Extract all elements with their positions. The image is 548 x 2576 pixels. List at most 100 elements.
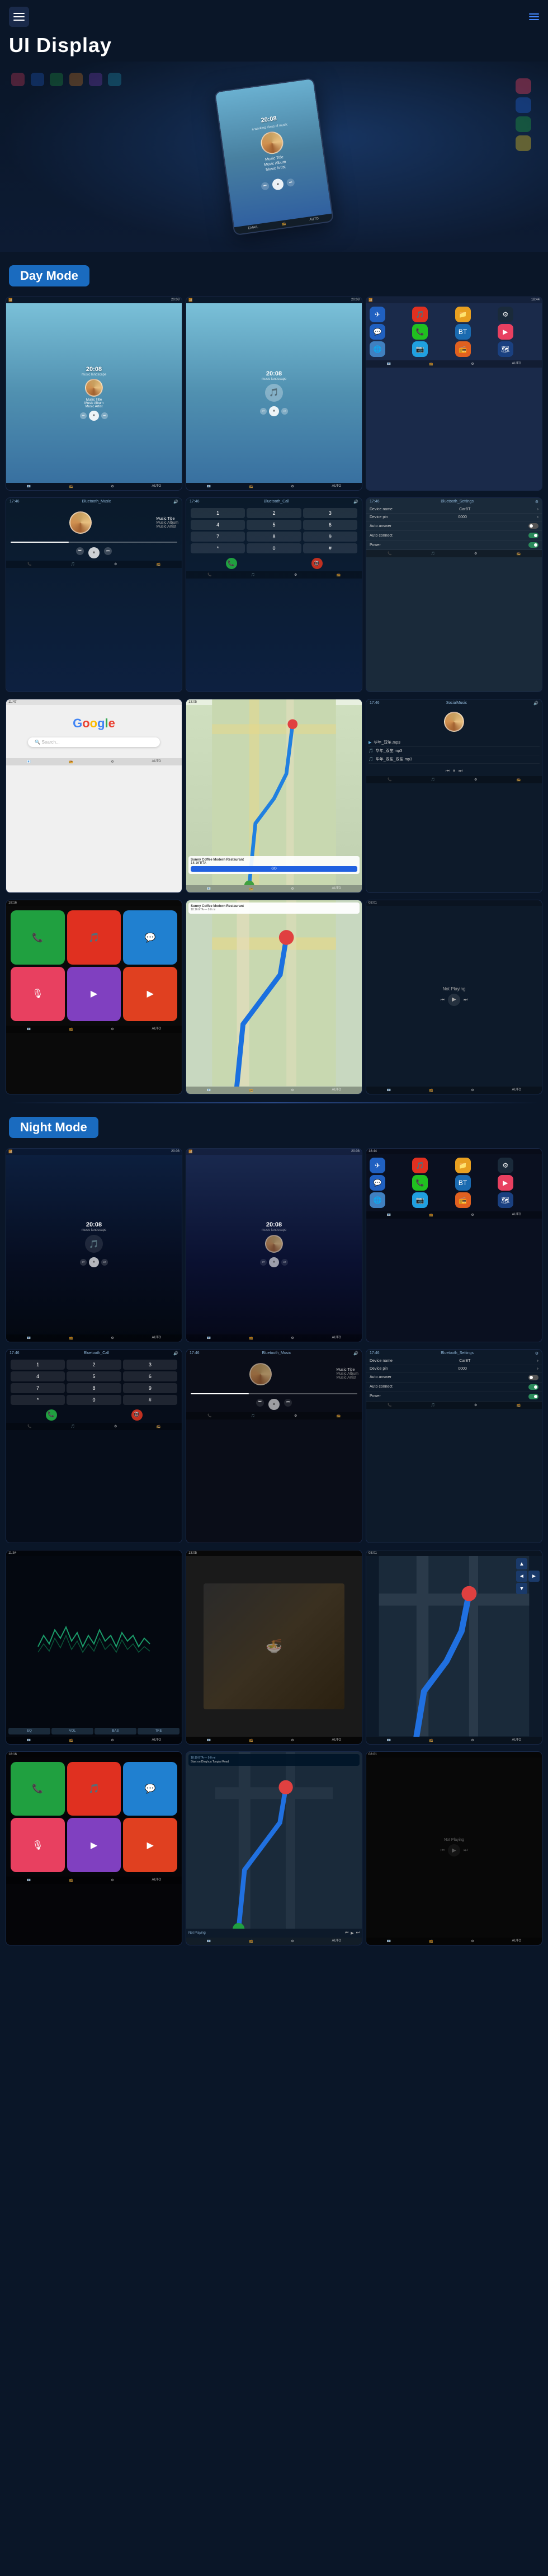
night-num-4[interactable]: 4	[11, 1371, 65, 1381]
night-app-wechat[interactable]: 💬	[370, 1175, 385, 1191]
num-star[interactable]: *	[191, 543, 245, 553]
social-track-3[interactable]: 🎵 华年_双笙_双笙.mp3	[369, 755, 540, 764]
num-8[interactable]: 8	[247, 532, 301, 542]
carplay-youtube[interactable]: ▶	[123, 967, 177, 1021]
num-3[interactable]: 3	[303, 508, 357, 518]
night-carplay-youtube[interactable]: ▶	[123, 1818, 177, 1872]
night-app-music[interactable]: 🎵	[412, 1158, 428, 1173]
night-num-hash[interactable]: #	[123, 1395, 177, 1405]
nav-up[interactable]: ▲	[516, 1558, 527, 1569]
night-num-5[interactable]: 5	[67, 1371, 121, 1381]
night-num-7[interactable]: 7	[11, 1383, 65, 1393]
carplay-phone[interactable]: 📞	[11, 910, 65, 965]
auto-connect-toggle[interactable]	[528, 533, 538, 538]
power-toggle[interactable]	[528, 542, 538, 548]
social-play[interactable]: ⏸	[453, 768, 455, 774]
menu-icon[interactable]	[9, 7, 29, 27]
night-app-app1[interactable]: ▶	[498, 1175, 513, 1191]
night-app-telegram[interactable]: ✈	[370, 1158, 385, 1173]
night-app-files[interactable]: 📁	[455, 1158, 471, 1173]
night-auto-connect-toggle[interactable]	[528, 1384, 538, 1390]
social-track-2[interactable]: 🎵 华年_双笙.mp3	[369, 747, 540, 755]
num-2[interactable]: 2	[247, 508, 301, 518]
night-app-phone[interactable]: 📞	[412, 1175, 428, 1191]
app-icon-files[interactable]: 📁	[455, 307, 471, 322]
night-num-6[interactable]: 6	[123, 1371, 177, 1381]
night-nav-next-btn[interactable]: ⏭	[356, 1931, 360, 1935]
night-carplay-phone[interactable]: 📞	[11, 1762, 65, 1816]
night-call-answer[interactable]: 📞	[46, 1409, 57, 1421]
nav-dots-icon[interactable]	[529, 13, 539, 20]
carplay-podcast[interactable]: 🎙	[11, 967, 65, 1021]
bt-music-next[interactable]: ⏭	[104, 547, 112, 555]
app-icon-music[interactable]: 🎵	[412, 307, 428, 322]
night-now-next[interactable]: ⏭	[464, 1848, 467, 1853]
night-eq-btn-4[interactable]: TRE	[138, 1728, 179, 1734]
auto-answer-toggle[interactable]	[528, 523, 538, 529]
bt-music-play[interactable]: ⏸	[88, 547, 100, 558]
nav-right[interactable]: ►	[528, 1571, 540, 1582]
num-6[interactable]: 6	[303, 520, 357, 530]
app-icon-app5[interactable]: 🗺	[498, 341, 513, 357]
day-music-1-prev[interactable]: ⏮	[80, 412, 87, 419]
night-app-app2[interactable]: 🌐	[370, 1192, 385, 1208]
night-bt-music-prev[interactable]: ⏮	[256, 1399, 264, 1407]
night-music-1-play[interactable]: ⏸	[89, 1257, 99, 1267]
map-go-button[interactable]: GO	[191, 866, 357, 872]
next-button[interactable]: ⏭	[286, 178, 295, 187]
num-5[interactable]: 5	[247, 520, 301, 530]
night-app-app3[interactable]: 📷	[412, 1192, 428, 1208]
night-eq-btn-3[interactable]: BAS	[95, 1728, 136, 1734]
night-num-8[interactable]: 8	[67, 1383, 121, 1393]
night-eq-btn-2[interactable]: VOL	[51, 1728, 93, 1734]
night-eq-btn-1[interactable]: EQ	[8, 1728, 50, 1734]
night-num-star[interactable]: *	[11, 1395, 65, 1405]
num-4[interactable]: 4	[191, 520, 245, 530]
now-prev[interactable]: ⏮	[441, 997, 445, 1003]
nav-left[interactable]: ◄	[516, 1571, 527, 1582]
bt-music-prev[interactable]: ⏮	[76, 547, 84, 555]
night-music-1-next[interactable]: ⏭	[101, 1259, 108, 1266]
app-icon-telegram[interactable]: ✈	[370, 307, 385, 322]
app-icon-wechat[interactable]: 💬	[370, 324, 385, 340]
night-carplay-messages[interactable]: 💬	[123, 1762, 177, 1816]
num-0[interactable]: 0	[247, 543, 301, 553]
night-now-play[interactable]: ▶	[448, 1844, 460, 1856]
night-call-end[interactable]: 📵	[131, 1409, 143, 1421]
google-search-bar[interactable]: 🔍 Search...	[28, 737, 159, 747]
num-hash[interactable]: #	[303, 543, 357, 553]
app-icon-bt[interactable]: BT	[455, 324, 471, 340]
night-carplay-app1[interactable]: ▶	[67, 1818, 121, 1872]
call-end-btn[interactable]: 📵	[311, 558, 323, 569]
carplay-music[interactable]: 🎵	[67, 910, 121, 965]
nav-down[interactable]: ▼	[516, 1583, 527, 1594]
night-app-app5[interactable]: 🗺	[498, 1192, 513, 1208]
night-nav-play-btn[interactable]: ▶	[351, 1931, 353, 1935]
app-icon-settings[interactable]: ⚙	[498, 307, 513, 322]
night-nav-prev-btn[interactable]: ⏮	[345, 1931, 348, 1935]
night-carplay-podcast[interactable]: 🎙	[11, 1818, 65, 1872]
night-app-settings[interactable]: ⚙	[498, 1158, 513, 1173]
play-pause-button[interactable]: ⏸	[272, 178, 285, 191]
day-music-1-next[interactable]: ⏭	[101, 412, 108, 419]
night-carplay-music[interactable]: 🎵	[67, 1762, 121, 1816]
night-app-bt[interactable]: BT	[455, 1175, 471, 1191]
app-icon-app2[interactable]: 🌐	[370, 341, 385, 357]
night-num-0[interactable]: 0	[67, 1395, 121, 1405]
num-1[interactable]: 1	[191, 508, 245, 518]
night-music-2-play[interactable]: ⏸	[269, 1257, 279, 1267]
app-icon-phone[interactable]: 📞	[412, 324, 428, 340]
num-9[interactable]: 9	[303, 532, 357, 542]
night-music-1-prev[interactable]: ⏮	[80, 1259, 87, 1266]
night-num-9[interactable]: 9	[123, 1383, 177, 1393]
night-music-2-next[interactable]: ⏭	[281, 1259, 288, 1266]
night-auto-answer-toggle[interactable]	[528, 1375, 538, 1380]
night-power-toggle[interactable]	[528, 1394, 538, 1399]
carplay-app1[interactable]: ▶	[67, 967, 121, 1021]
day-music-2-play[interactable]: ⏸	[269, 406, 279, 416]
call-answer-btn[interactable]: 📞	[226, 558, 237, 569]
night-num-3[interactable]: 3	[123, 1360, 177, 1370]
day-music-1-play[interactable]: ⏸	[89, 411, 99, 421]
social-prev[interactable]: ⏮	[446, 768, 450, 774]
app-icon-app1[interactable]: ▶	[498, 324, 513, 340]
